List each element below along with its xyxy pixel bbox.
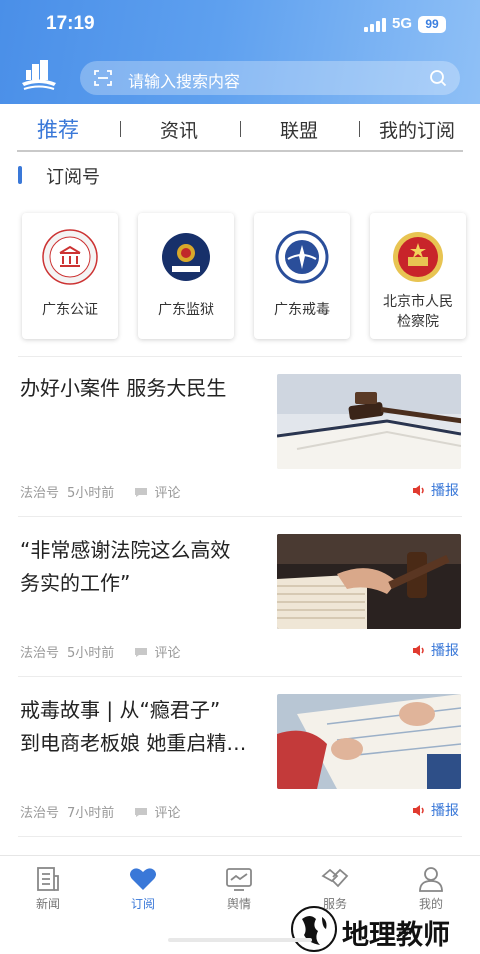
play-broadcast-button[interactable]: 播报 xyxy=(412,640,459,660)
comment-icon[interactable] xyxy=(134,487,148,498)
monitor-chart-icon xyxy=(226,868,252,891)
news-title-line1[interactable]: “非常感谢法院这么高效 xyxy=(20,534,270,567)
tab-separator xyxy=(359,121,360,137)
tab-news-info[interactable]: 资讯 xyxy=(160,116,198,143)
subscription-name: 广东公证 xyxy=(42,302,98,318)
news-source: 法治号 xyxy=(20,486,60,501)
scan-icon[interactable] xyxy=(94,69,112,87)
user-icon xyxy=(419,867,443,892)
speaker-icon xyxy=(413,645,424,656)
news-title-line2[interactable]: 务实的工作” xyxy=(20,567,270,600)
gavel-on-book-photo[interactable] xyxy=(277,374,461,469)
news-title[interactable]: “非常感谢法院这么高效 务实的工作” xyxy=(20,534,270,600)
nav-label[interactable]: 订阅 xyxy=(108,895,178,912)
subscription-name: 广东监狱 xyxy=(158,302,214,318)
section-marker xyxy=(18,166,22,184)
hands-writing-photo[interactable] xyxy=(277,694,461,789)
police-emblem-icon xyxy=(162,233,210,281)
search-icon[interactable] xyxy=(429,69,447,87)
subscription-name-line1: 北京市人民 xyxy=(383,294,453,310)
comment-icon[interactable] xyxy=(134,647,148,658)
speaker-icon xyxy=(413,485,424,496)
news-item[interactable]: “非常感谢法院这么高效 务实的工作” 法治号 5小时前 评论 播报 xyxy=(0,520,480,675)
subscription-name-line2: 检察院 xyxy=(397,314,439,330)
subscription-card[interactable]: 广东戒毒 xyxy=(254,213,350,339)
play-label[interactable]: 播报 xyxy=(431,803,459,819)
speaker-icon xyxy=(413,805,424,816)
drug-rehab-emblem-icon xyxy=(275,230,329,284)
nav-label[interactable]: 舆情 xyxy=(204,895,274,912)
home-indicator xyxy=(168,938,312,942)
globe-logo-icon xyxy=(291,906,337,952)
subscription-card[interactable]: 广东监狱 xyxy=(138,213,234,339)
status-bar: 17:19 5G 99 xyxy=(0,0,480,50)
comment-label[interactable]: 评论 xyxy=(154,806,180,821)
signal-icon xyxy=(364,18,386,32)
play-broadcast-button[interactable]: 播报 xyxy=(412,800,459,820)
search-bar[interactable]: 请输入搜索内容 xyxy=(80,61,460,95)
tab-underline xyxy=(17,150,463,152)
divider xyxy=(18,676,462,677)
nav-news[interactable]: 新闻 xyxy=(13,864,83,912)
nav-label[interactable]: 新闻 xyxy=(13,895,83,912)
section-title: 订阅号 xyxy=(46,167,100,188)
news-item[interactable]: 戒毒故事 | 从“瘾君子” 到电商老板娘 她重启精… 法治号 7小时前 评论 播报 xyxy=(0,680,480,835)
news-time: 7小时前 xyxy=(67,806,115,821)
network-type: 5G xyxy=(392,15,413,32)
status-time: 17:19 xyxy=(46,13,95,34)
search-placeholder[interactable]: 请输入搜索内容 xyxy=(128,68,240,92)
news-meta: 法治号 5小时前 评论 xyxy=(20,642,180,661)
watermark: 地理教师 xyxy=(290,905,480,953)
subscription-card[interactable]: 北京市人民 检察院 xyxy=(370,213,466,339)
newspaper-icon xyxy=(37,867,59,891)
subscription-card[interactable]: 广东公证 xyxy=(22,213,118,339)
app-logo-icon[interactable] xyxy=(18,56,60,96)
play-label[interactable]: 播报 xyxy=(431,483,459,499)
news-title[interactable]: 戒毒故事 | 从“瘾君子” 到电商老板娘 她重启精… xyxy=(20,694,270,760)
news-title-line1[interactable]: 戒毒故事 | 从“瘾君子” xyxy=(20,694,270,727)
tab-separator xyxy=(120,121,121,137)
news-item[interactable]: 办好小案件 服务大民生 法治号 5小时前 评论 播报 xyxy=(0,360,480,515)
nav-public-opinion[interactable]: 舆情 xyxy=(204,864,274,912)
nav-subscribe[interactable]: 订阅 xyxy=(108,864,178,912)
news-source: 法治号 xyxy=(20,806,60,821)
category-tabs: 推荐 资讯 联盟 我的订阅 xyxy=(0,104,480,150)
app-header: 17:19 5G 99 请输入搜索内容 xyxy=(0,0,480,104)
handshake-icon xyxy=(321,868,349,888)
tab-recommend[interactable]: 推荐 xyxy=(37,114,79,144)
news-title-line2[interactable]: 到电商老板娘 她重启精… xyxy=(20,727,270,760)
heart-icon xyxy=(130,868,156,890)
divider xyxy=(18,516,462,517)
news-time: 5小时前 xyxy=(67,646,115,661)
comment-icon[interactable] xyxy=(134,807,148,818)
gavel-on-papers-photo[interactable] xyxy=(277,534,461,629)
watermark-text: 地理教师 xyxy=(342,920,450,951)
comment-label[interactable]: 评论 xyxy=(154,646,180,661)
tab-my-subscriptions[interactable]: 我的订阅 xyxy=(379,116,455,143)
national-emblem-icon xyxy=(393,232,443,282)
news-meta: 法治号 7小时前 评论 xyxy=(20,802,180,821)
tab-alliance[interactable]: 联盟 xyxy=(280,116,318,143)
tab-separator xyxy=(240,121,241,137)
news-time: 5小时前 xyxy=(67,486,115,501)
news-title[interactable]: 办好小案件 服务大民生 xyxy=(20,372,270,405)
battery-icon: 99 xyxy=(418,16,446,33)
divider xyxy=(18,356,462,357)
comment-label[interactable]: 评论 xyxy=(154,486,180,501)
play-label[interactable]: 播报 xyxy=(431,643,459,659)
news-meta: 法治号 5小时前 评论 xyxy=(20,482,180,501)
play-broadcast-button[interactable]: 播报 xyxy=(412,480,459,500)
subscription-name: 广东戒毒 xyxy=(274,302,330,318)
notary-emblem-icon xyxy=(42,229,98,285)
divider xyxy=(18,836,462,837)
subscription-carousel[interactable]: 广东公证 广东监狱 广东戒毒 北京市人民 检察院 xyxy=(0,205,480,350)
news-source: 法治号 xyxy=(20,646,60,661)
